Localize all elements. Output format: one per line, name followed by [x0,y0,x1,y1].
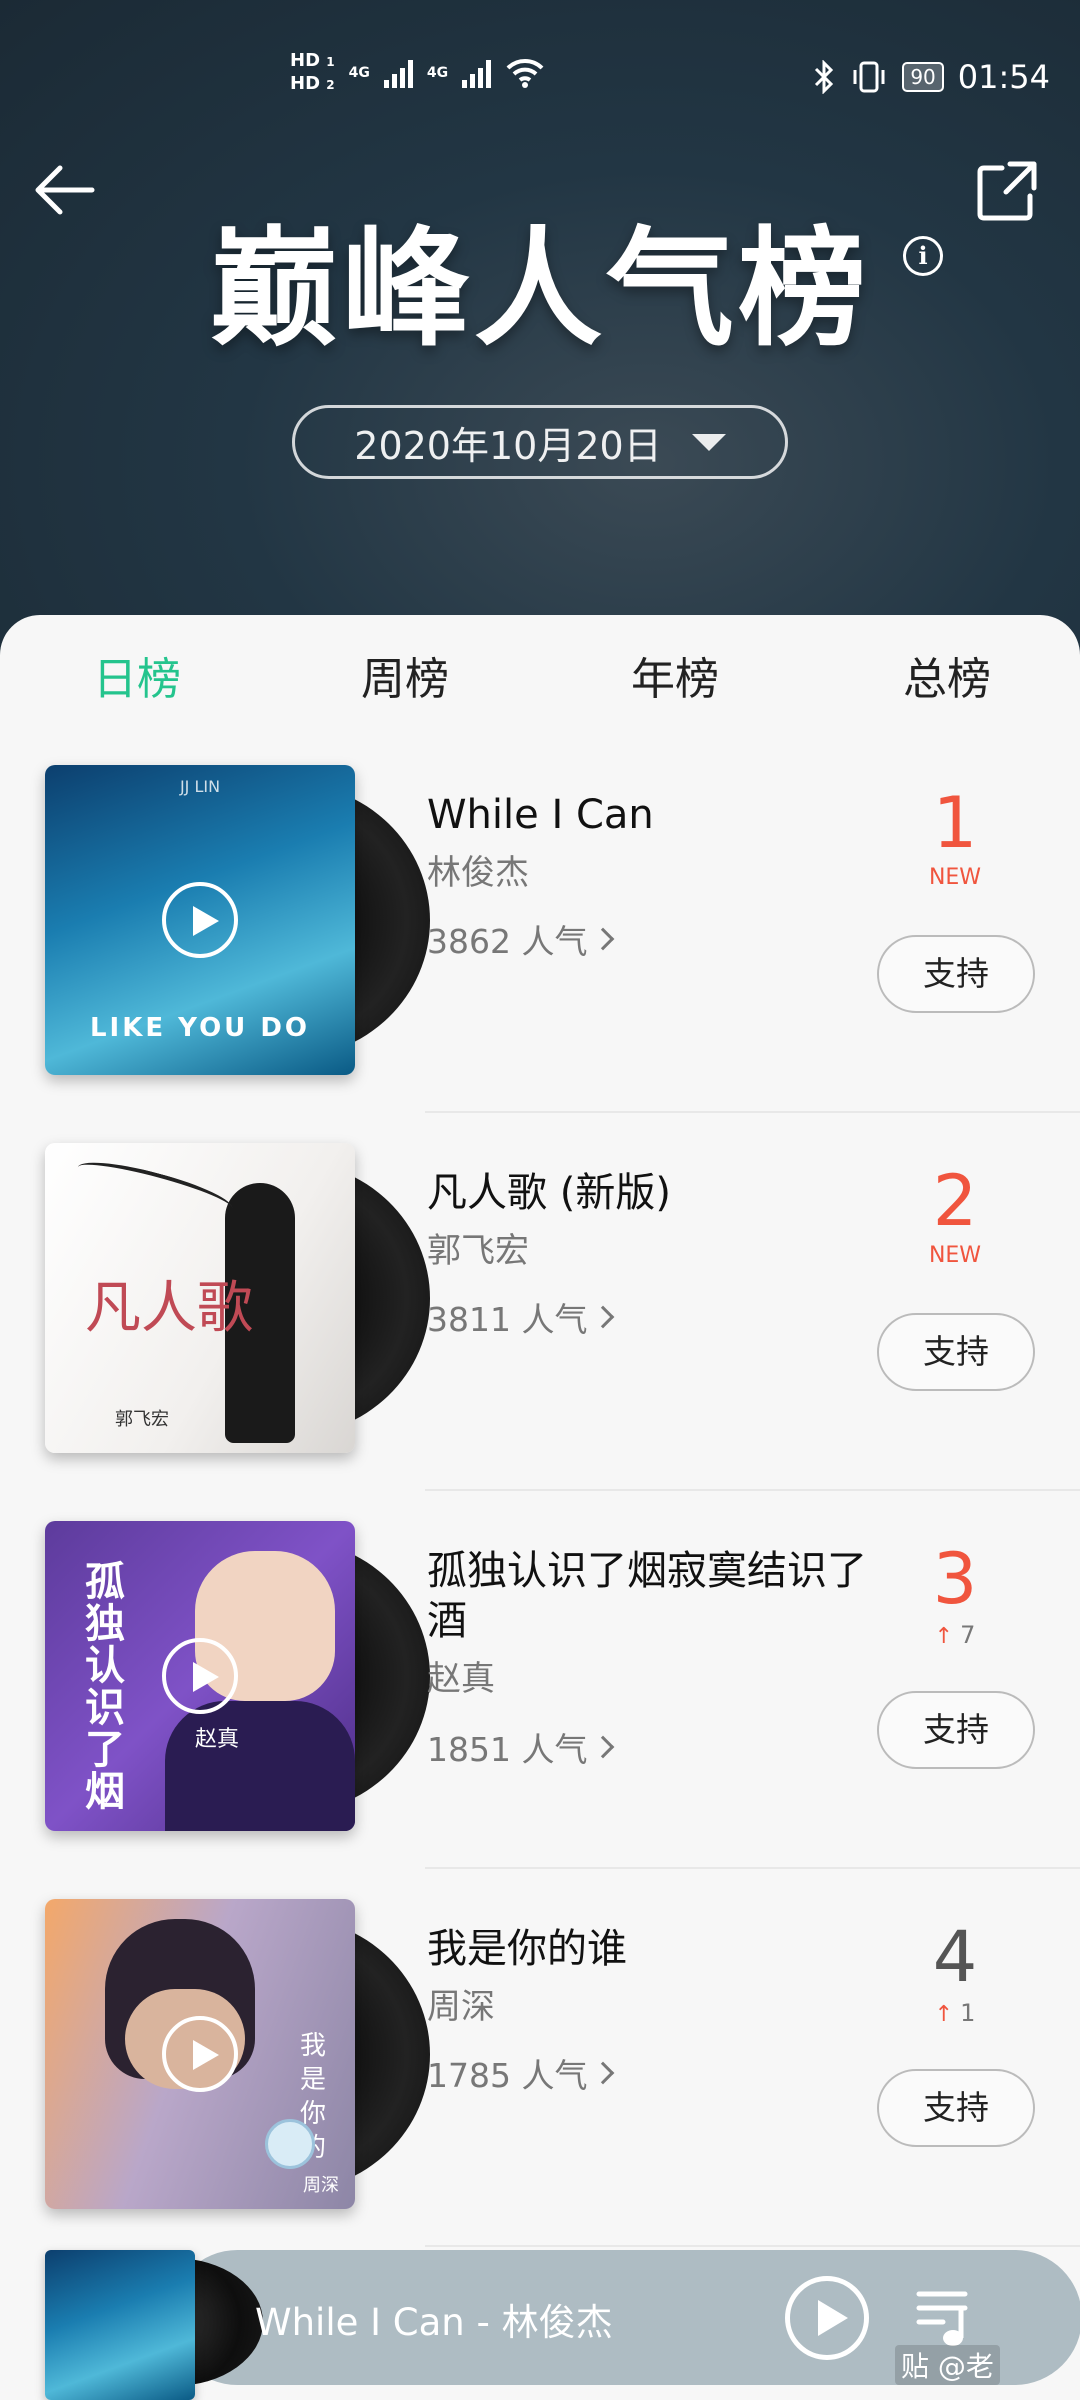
chevron-right-icon [592,1735,615,1759]
status-bar: HD 1 HD 2 4G 4G 90 01:54 [0,50,1080,110]
tab-weekly[interactable]: 周榜 [315,643,495,707]
tab-all-time[interactable]: 总榜 [857,643,1037,707]
now-playing-title: While I Can - 林俊杰 [255,2301,613,2344]
popularity-link[interactable]: 1785 人气 [427,2049,615,2097]
support-button[interactable]: 支持 [877,1313,1035,1391]
bluetooth-icon [815,60,834,94]
caret-down-icon [691,433,726,451]
rank-number: 4 [932,1916,978,1998]
song-row[interactable]: 我是你的 周深 我是你的谁 周深 1785 人气 4 ↑ 1 支持 [0,1869,1080,2247]
album-cover[interactable]: 我是你的 周深 [45,1899,355,2209]
hd-icon: HD 2 [290,73,335,94]
date-label: 2020年10月20日 [354,423,662,468]
playlist-icon[interactable] [913,2282,983,2352]
album-cover[interactable]: JJ LIN LIKE YOU DO [45,765,355,1075]
play-button-icon[interactable] [785,2276,869,2360]
album-cover[interactable]: 孤独认识了烟 赵真 [45,1521,355,1831]
chevron-right-icon [592,2061,615,2085]
signal-icon [462,58,492,88]
rank-change: ↑ 1 [934,1999,976,2027]
chart-panel: 日榜 周榜 年榜 总榜 JJ LIN LIKE YOU DO While I C… [0,615,1080,2400]
watermark: 贴 @老 [895,2345,1000,2385]
play-icon[interactable] [162,2016,238,2092]
song-title: 我是你的谁 [427,1926,627,1972]
battery-icon: 90 [902,62,944,92]
rank-change: ↑ 7 [934,1621,976,1649]
support-button[interactable]: 支持 [877,2069,1035,2147]
play-icon[interactable] [162,882,238,958]
song-title: 孤独认识了烟寂寞结识了酒 [427,1548,867,1644]
rank-badge-new: NEW [928,865,982,890]
tab-yearly[interactable]: 年榜 [585,643,765,707]
tab-daily[interactable]: 日榜 [47,643,227,707]
info-icon[interactable]: i [903,236,943,276]
popularity-link[interactable]: 3862 人气 [427,915,615,963]
arrow-up-icon: ↑ [934,2002,954,2027]
song-title: 凡人歌 (新版) [427,1170,671,1216]
support-button[interactable]: 支持 [877,935,1035,1013]
song-row[interactable]: JJ LIN LIKE YOU DO While I Can 林俊杰 3862 … [0,735,1080,1113]
play-icon[interactable] [162,1638,238,1714]
rank-number: 2 [932,1160,978,1242]
network-type: 4G [348,65,370,81]
date-selector[interactable]: 2020年10月20日 [292,405,788,479]
album-cover[interactable]: 凡人歌 郭飞宏 [45,1143,355,1453]
popularity-link[interactable]: 1851 人气 [427,1723,615,1771]
hd-icon: HD 1 [290,50,335,71]
song-title: While I Can [427,792,654,838]
song-row[interactable]: 凡人歌 郭飞宏 凡人歌 (新版) 郭飞宏 3811 人气 2 NEW 支持 [0,1113,1080,1491]
clock: 01:54 [957,58,1050,96]
wifi-icon [506,58,544,88]
divider [425,2245,1080,2247]
song-artist: 林俊杰 [427,853,529,893]
support-button[interactable]: 支持 [877,1691,1035,1769]
chevron-right-icon [592,927,615,951]
song-artist: 郭飞宏 [427,1231,529,1271]
arrow-up-icon: ↑ [934,1624,954,1649]
tab-bar: 日榜 周榜 年榜 总榜 [0,643,1080,723]
song-artist: 周深 [427,1987,495,2027]
header: HD 1 HD 2 4G 4G 90 01:54 巅峰人气榜 i 2020年10… [0,0,1080,660]
popularity-link[interactable]: 3811 人气 [427,1293,615,1341]
chevron-right-icon [592,1305,615,1329]
rank-badge-new: NEW [928,1243,982,1268]
song-artist: 赵真 [427,1659,495,1699]
rank-number: 3 [932,1538,978,1620]
vibrate-icon [853,61,885,93]
signal-icon [383,58,413,88]
network-type: 4G [426,65,449,81]
song-row[interactable]: 孤独认识了烟 赵真 孤独认识了烟寂寞结识了酒 赵真 1851 人气 3 ↑ 7 … [0,1491,1080,1869]
rank-number: 1 [932,782,978,864]
player-album-cover[interactable] [45,2250,195,2400]
